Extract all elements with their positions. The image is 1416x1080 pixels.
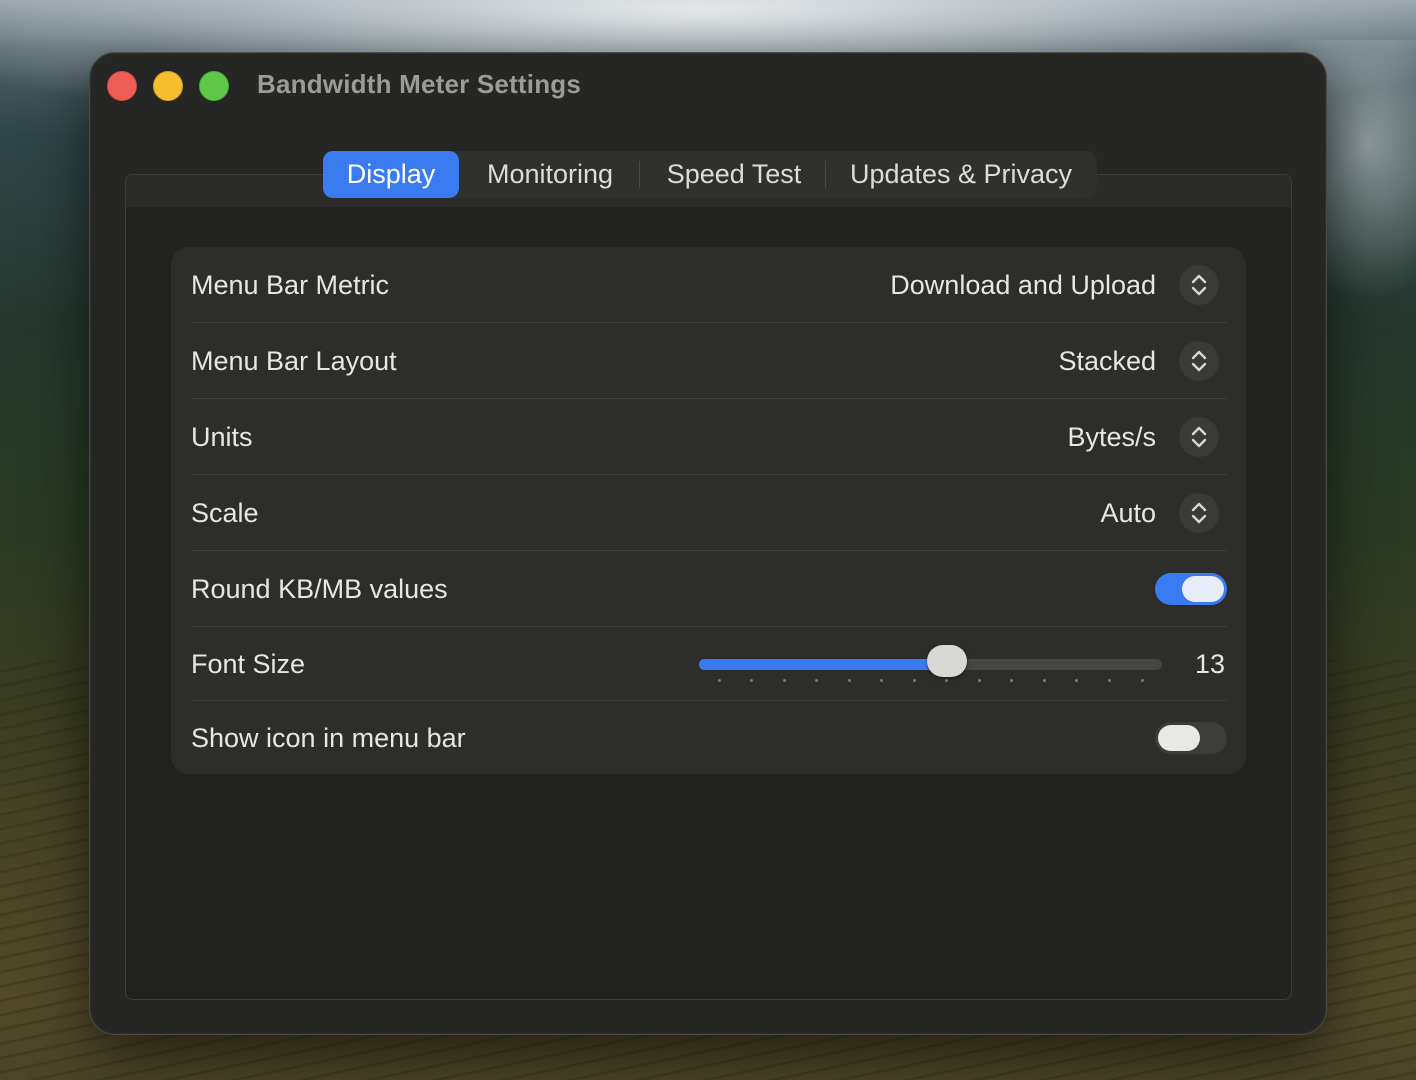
chevron-up-down-icon[interactable] — [1179, 493, 1219, 533]
row-font-size: Font Size 13 — [191, 627, 1227, 701]
tab-bar: Display Monitoring Speed Test Updates & … — [323, 151, 1097, 198]
slider-tick — [880, 679, 884, 682]
round-values-toggle[interactable] — [1155, 573, 1227, 605]
tab-monitoring[interactable]: Monitoring — [468, 151, 632, 198]
minimize-button[interactable] — [153, 71, 183, 101]
row-show-icon: Show icon in menu bar — [191, 701, 1227, 775]
slider-tick — [750, 679, 754, 682]
font-size-value: 13 — [1194, 649, 1225, 679]
tab-divider — [639, 161, 640, 188]
row-menu-bar-layout: Menu Bar Layout Stacked — [191, 323, 1227, 399]
slider-tick — [1107, 679, 1111, 682]
slider-thumb[interactable] — [926, 645, 967, 677]
round-values-label: Round KB/MB values — [191, 574, 448, 604]
slider-tick — [912, 679, 916, 682]
tab-divider — [825, 161, 826, 188]
slider-tick — [847, 679, 851, 682]
slider-tick — [977, 679, 981, 682]
toggle-knob — [1182, 576, 1224, 602]
slider-tick — [1042, 679, 1046, 682]
menu-bar-metric-popup[interactable]: Download and Upload — [890, 247, 1156, 323]
show-icon-toggle[interactable] — [1155, 722, 1227, 754]
slider-tick — [815, 679, 819, 682]
settings-group: Menu Bar Metric Download and Upload Menu… — [171, 247, 1246, 774]
font-size-label: Font Size — [191, 649, 306, 679]
row-units: Units Bytes/s — [191, 399, 1227, 475]
scale-label: Scale — [191, 498, 259, 528]
show-icon-label: Show icon in menu bar — [191, 723, 466, 753]
scale-popup[interactable]: Auto — [1100, 475, 1156, 551]
close-button[interactable] — [107, 71, 137, 101]
font-size-slider[interactable] — [699, 627, 1162, 703]
chevron-up-down-icon[interactable] — [1179, 341, 1219, 381]
slider-tick — [782, 679, 786, 682]
slider-tick — [1010, 679, 1014, 682]
chevron-up-down-icon[interactable] — [1179, 417, 1219, 457]
settings-window: Bandwidth Meter Settings Display Monitor… — [89, 52, 1327, 1035]
units-popup[interactable]: Bytes/s — [1067, 399, 1156, 475]
tab-display[interactable]: Display — [323, 151, 459, 198]
slider-tick — [1075, 679, 1079, 682]
row-scale: Scale Auto — [191, 475, 1227, 551]
chevron-up-down-icon[interactable] — [1179, 265, 1219, 305]
slider-tick — [945, 679, 949, 682]
units-label: Units — [191, 422, 253, 452]
menu-bar-layout-popup[interactable]: Stacked — [1058, 323, 1156, 399]
zoom-button[interactable] — [199, 71, 229, 101]
slider-tick — [717, 679, 721, 682]
window-title: Bandwidth Meter Settings — [257, 69, 582, 99]
slider-tick — [1140, 679, 1144, 682]
menu-bar-metric-label: Menu Bar Metric — [191, 270, 390, 300]
tab-speed-test[interactable]: Speed Test — [645, 151, 823, 198]
row-menu-bar-metric: Menu Bar Metric Download and Upload — [191, 247, 1227, 323]
menu-bar-layout-label: Menu Bar Layout — [191, 346, 397, 376]
row-round-values: Round KB/MB values — [191, 551, 1227, 627]
tab-updates-privacy[interactable]: Updates & Privacy — [831, 151, 1091, 198]
slider-fill — [699, 659, 947, 670]
toggle-knob — [1158, 725, 1200, 751]
